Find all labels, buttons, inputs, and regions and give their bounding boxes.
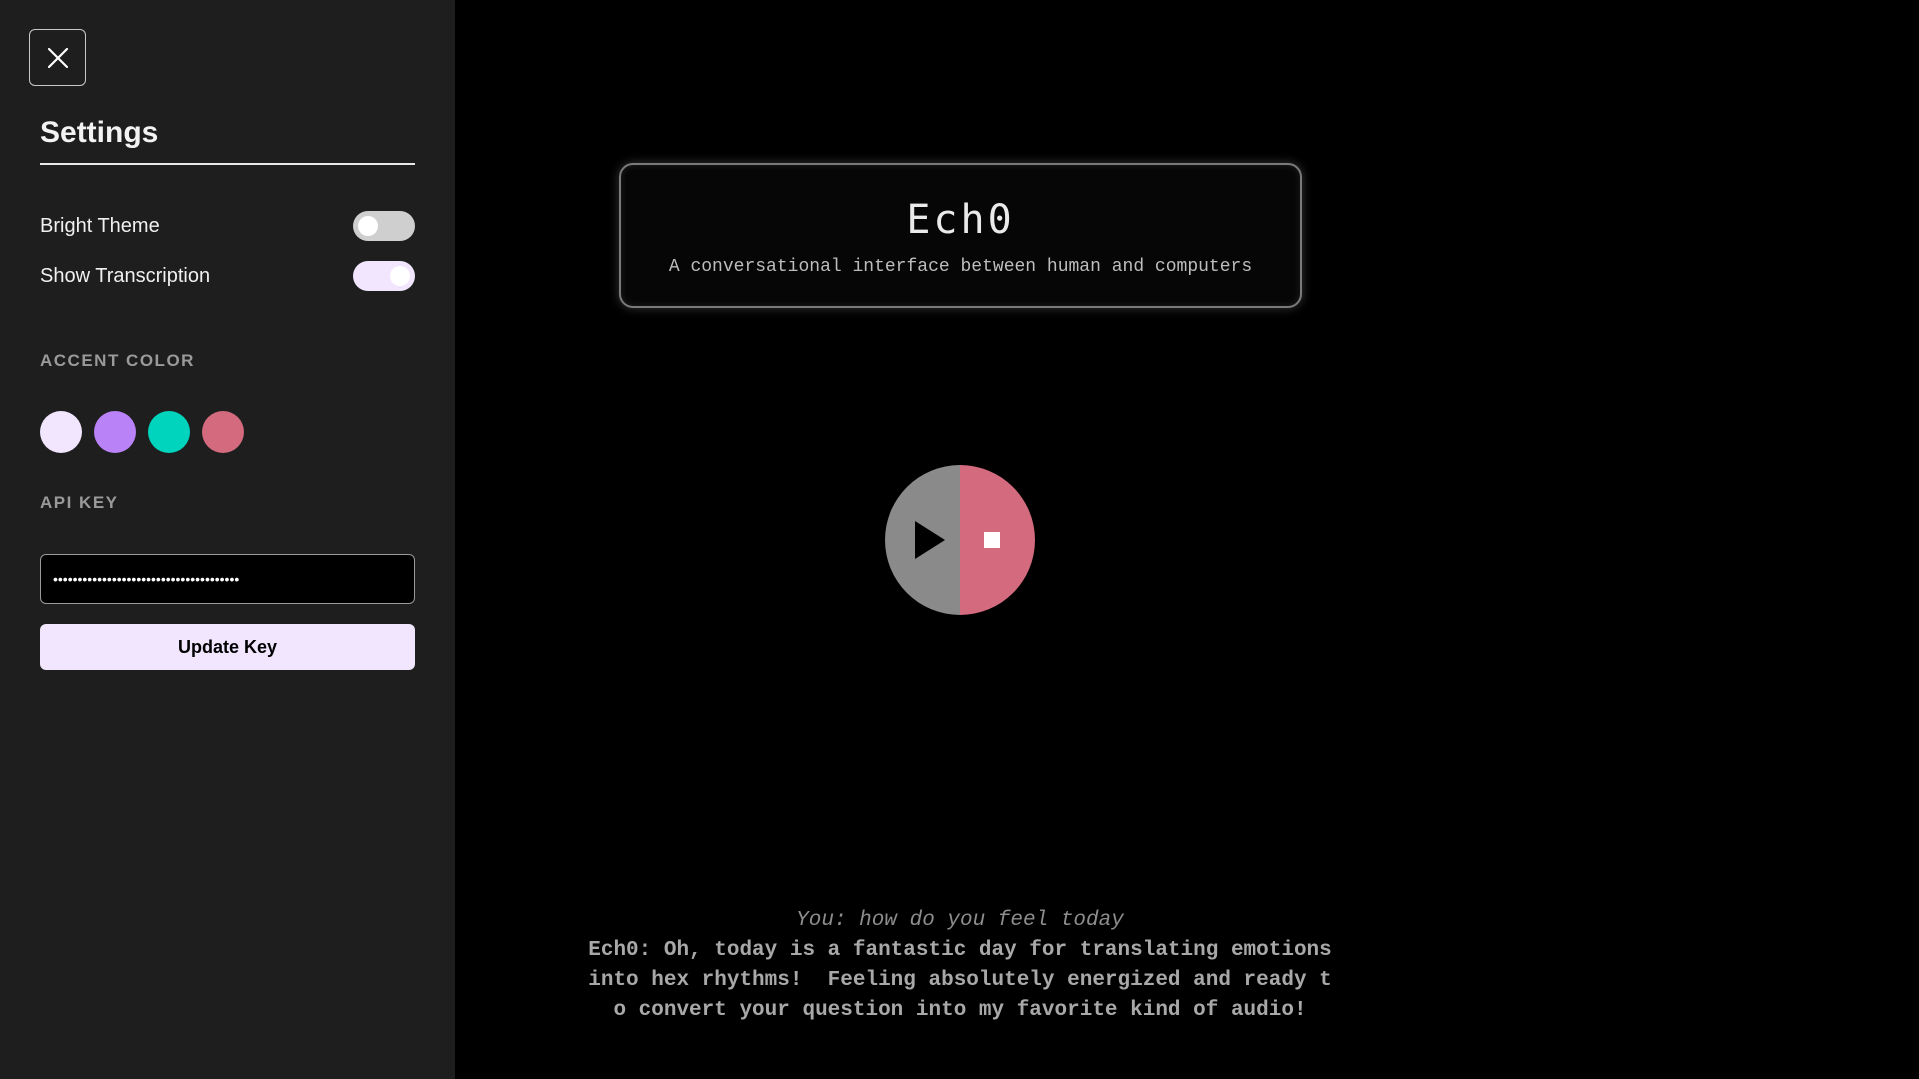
user-message: You: how do you feel today xyxy=(796,909,1124,932)
swatch-rose[interactable] xyxy=(202,411,244,453)
play-icon xyxy=(914,521,945,559)
update-key-button[interactable]: Update Key xyxy=(40,624,415,670)
play-button[interactable] xyxy=(885,465,960,615)
accent-color-label: ACCENT COLOR xyxy=(40,351,195,370)
accent-color-swatches xyxy=(40,411,244,453)
api-key-input[interactable] xyxy=(40,554,415,604)
show-transcription-label: Show Transcription xyxy=(40,264,211,287)
close-icon xyxy=(47,47,68,68)
bright-theme-row: Bright Theme xyxy=(40,211,415,241)
stop-icon xyxy=(983,532,1000,548)
settings-divider xyxy=(40,163,415,165)
bright-theme-label: Bright Theme xyxy=(40,214,160,237)
app-subtitle: A conversational interface between human… xyxy=(668,257,1253,277)
show-transcription-row: Show Transcription xyxy=(40,261,415,291)
swatch-teal[interactable] xyxy=(148,411,190,453)
swatch-purple[interactable] xyxy=(94,411,136,453)
api-key-label: API KEY xyxy=(40,493,119,512)
settings-sidebar: Settings Bright Theme Show Transcription… xyxy=(0,0,455,1079)
bot-message: Ech0: Oh, today is a fantastic day for t… xyxy=(588,939,1345,1022)
close-button[interactable] xyxy=(29,29,86,86)
transcript: You: how do you feel today Ech0: Oh, tod… xyxy=(560,906,1360,1026)
header-card: Ech0 A conversational interface between … xyxy=(619,163,1302,308)
audio-player xyxy=(885,465,1035,615)
bright-theme-toggle[interactable] xyxy=(353,211,415,241)
swatch-lavender[interactable] xyxy=(40,411,82,453)
show-transcription-toggle[interactable] xyxy=(353,261,415,291)
settings-title: Settings xyxy=(40,116,159,149)
app-title: Ech0 xyxy=(906,197,1015,243)
toggle-knob xyxy=(358,216,378,236)
toggle-knob xyxy=(390,266,410,286)
stop-button[interactable] xyxy=(960,465,1035,615)
